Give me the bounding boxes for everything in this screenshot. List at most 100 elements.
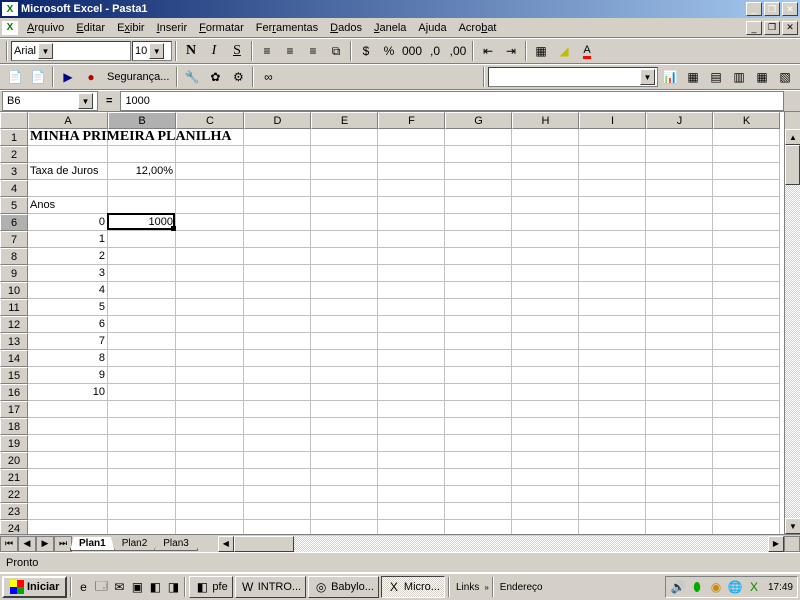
cell-E11[interactable] <box>311 299 378 316</box>
cell-J17[interactable] <box>646 401 713 418</box>
cell-B15[interactable] <box>108 367 176 384</box>
pdf-button-1[interactable]: 📄 <box>4 66 26 88</box>
doc-restore-button[interactable]: ❐ <box>764 21 780 35</box>
cell-B23[interactable] <box>108 503 176 520</box>
row-header-24[interactable]: 24 <box>0 520 28 534</box>
borders-button[interactable]: ▦ <box>530 40 552 62</box>
align-right-button[interactable]: ≡ <box>302 40 324 62</box>
cell-D10[interactable] <box>244 282 311 299</box>
cell-D7[interactable] <box>244 231 311 248</box>
font-name-dropdown-icon[interactable]: ▼ <box>38 43 53 59</box>
cell-K5[interactable] <box>713 197 780 214</box>
cell-C17[interactable] <box>176 401 244 418</box>
cell-G16[interactable] <box>445 384 512 401</box>
cell-C5[interactable] <box>176 197 244 214</box>
cell-A24[interactable] <box>28 520 108 534</box>
scroll-down-button[interactable]: ▼ <box>785 518 800 534</box>
cell-J19[interactable] <box>646 435 713 452</box>
italic-button[interactable]: I <box>203 40 225 62</box>
record-macro-button[interactable]: ● <box>80 66 102 88</box>
percent-button[interactable]: % <box>378 40 400 62</box>
row-header-8[interactable]: 8 <box>0 248 28 265</box>
col-header-G[interactable]: G <box>445 112 512 129</box>
cell-F21[interactable] <box>378 469 445 486</box>
cell-E9[interactable] <box>311 265 378 282</box>
cell-J4[interactable] <box>646 180 713 197</box>
cell-J2[interactable] <box>646 146 713 163</box>
cell-H6[interactable] <box>512 214 579 231</box>
cell-B2[interactable] <box>108 146 176 163</box>
cell-A21[interactable] <box>28 469 108 486</box>
cell-J24[interactable] <box>646 520 713 534</box>
cell-J1[interactable] <box>646 129 713 146</box>
vscroll-thumb[interactable] <box>785 145 800 185</box>
cell-J9[interactable] <box>646 265 713 282</box>
tab-nav-prev[interactable]: ◀ <box>18 536 36 552</box>
cell-H12[interactable] <box>512 316 579 333</box>
cell-G4[interactable] <box>445 180 512 197</box>
cell-G8[interactable] <box>445 248 512 265</box>
cell-E13[interactable] <box>311 333 378 350</box>
links-chevron-icon[interactable]: » <box>484 583 488 592</box>
task-button-0[interactable]: ◧pfe <box>189 576 232 598</box>
cell-F8[interactable] <box>378 248 445 265</box>
cell-I14[interactable] <box>579 350 646 367</box>
cell-C20[interactable] <box>176 452 244 469</box>
quicklaunch-icon-5[interactable]: ◧ <box>147 579 163 595</box>
cell-C24[interactable] <box>176 520 244 534</box>
row-header-1[interactable]: 1 <box>0 129 28 146</box>
menu-exibir[interactable]: Exibir <box>111 20 151 36</box>
cell-F2[interactable] <box>378 146 445 163</box>
formula-bar[interactable]: 1000 <box>120 91 784 111</box>
cell-C14[interactable] <box>176 350 244 367</box>
cell-J18[interactable] <box>646 418 713 435</box>
cell-D13[interactable] <box>244 333 311 350</box>
cell-D16[interactable] <box>244 384 311 401</box>
cell-G14[interactable] <box>445 350 512 367</box>
cell-I11[interactable] <box>579 299 646 316</box>
currency-button[interactable]: $ <box>355 40 377 62</box>
cell-C22[interactable] <box>176 486 244 503</box>
restore-button[interactable]: ❐ <box>764 2 780 16</box>
cell-B1[interactable] <box>108 129 176 146</box>
chart-button-3[interactable]: ▤ <box>705 66 727 88</box>
cell-H13[interactable] <box>512 333 579 350</box>
cell-E16[interactable] <box>311 384 378 401</box>
cell-I1[interactable] <box>579 129 646 146</box>
cell-E18[interactable] <box>311 418 378 435</box>
cell-C2[interactable] <box>176 146 244 163</box>
cell-B19[interactable] <box>108 435 176 452</box>
tab-nav-first[interactable]: ⏮ <box>0 536 18 552</box>
menu-inserir[interactable]: Inserir <box>151 20 194 36</box>
cell-J16[interactable] <box>646 384 713 401</box>
cell-I8[interactable] <box>579 248 646 265</box>
cell-J15[interactable] <box>646 367 713 384</box>
select-all-corner[interactable] <box>0 112 28 129</box>
tool-button-3[interactable]: ⚙ <box>227 66 249 88</box>
underline-button[interactable]: S <box>226 40 248 62</box>
cell-E21[interactable] <box>311 469 378 486</box>
security-button[interactable]: Segurança... <box>103 71 173 83</box>
quicklaunch-icon-4[interactable]: ▣ <box>129 579 145 595</box>
cell-J6[interactable] <box>646 214 713 231</box>
cell-I17[interactable] <box>579 401 646 418</box>
cell-I10[interactable] <box>579 282 646 299</box>
cell-K13[interactable] <box>713 333 780 350</box>
cell-D19[interactable] <box>244 435 311 452</box>
cell-A22[interactable] <box>28 486 108 503</box>
cell-A12[interactable]: 6 <box>28 316 108 333</box>
cell-B9[interactable] <box>108 265 176 282</box>
cell-C1[interactable] <box>176 129 244 146</box>
cell-B22[interactable] <box>108 486 176 503</box>
cell-K10[interactable] <box>713 282 780 299</box>
cell-A7[interactable]: 1 <box>28 231 108 248</box>
cell-J13[interactable] <box>646 333 713 350</box>
cell-G18[interactable] <box>445 418 512 435</box>
tool-button-4[interactable]: ∞ <box>257 66 279 88</box>
cell-H17[interactable] <box>512 401 579 418</box>
cell-J23[interactable] <box>646 503 713 520</box>
cell-E2[interactable] <box>311 146 378 163</box>
cell-F24[interactable] <box>378 520 445 534</box>
cell-G2[interactable] <box>445 146 512 163</box>
cell-K2[interactable] <box>713 146 780 163</box>
